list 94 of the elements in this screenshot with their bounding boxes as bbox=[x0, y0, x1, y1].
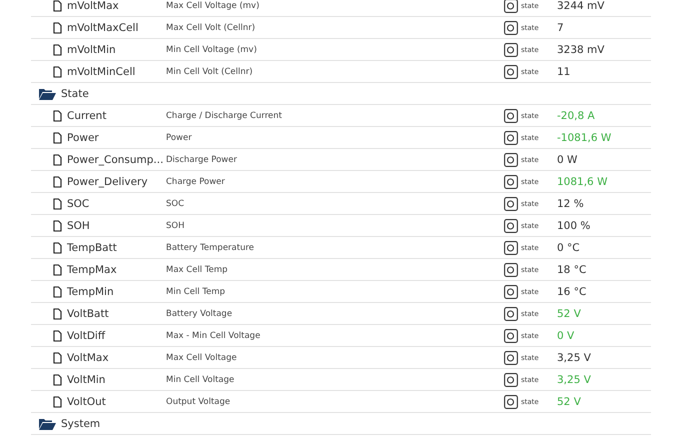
datapoint-name[interactable]: VoltBatt bbox=[67, 308, 109, 320]
circle-role-icon bbox=[504, 394, 518, 408]
datapoint-name[interactable]: mVoltMin bbox=[67, 44, 116, 56]
datapoint-description: SOC bbox=[166, 198, 186, 208]
file-icon bbox=[53, 0, 62, 12]
datapoint-description: Min Cell Voltage (mv) bbox=[166, 44, 258, 54]
datapoint-value: 3244 mV bbox=[557, 0, 604, 12]
file-icon bbox=[53, 220, 62, 232]
datapoint-name[interactable]: mVoltMaxCell bbox=[67, 22, 138, 34]
circle-role-icon bbox=[504, 306, 518, 320]
datapoint-name[interactable]: mVoltMax bbox=[67, 0, 119, 12]
circle-role-icon bbox=[504, 0, 518, 12]
folder-name[interactable]: State bbox=[61, 88, 89, 100]
datapoint-value: 1081,6 W bbox=[557, 176, 608, 188]
circle-role-icon bbox=[504, 218, 518, 232]
file-icon bbox=[53, 154, 62, 166]
circle-role-icon bbox=[504, 20, 518, 34]
circle-role-icon bbox=[504, 284, 518, 298]
datapoint-description: Min Cell Voltage bbox=[166, 374, 236, 384]
file-icon bbox=[53, 22, 62, 34]
datapoint-value: 11 bbox=[557, 66, 570, 78]
circle-role-icon bbox=[504, 174, 518, 188]
datapoint-value: 52 V bbox=[557, 308, 581, 320]
datapoint-description: Max Cell Voltage (mv) bbox=[166, 0, 260, 10]
file-icon bbox=[53, 396, 62, 408]
datapoint-name[interactable]: Power_Consump... bbox=[67, 154, 164, 166]
datapoint-name[interactable]: Power_Delivery bbox=[67, 176, 148, 188]
datapoint-value: 3,25 V bbox=[557, 352, 591, 364]
datapoint-description: Min Cell Volt (Cellnr) bbox=[166, 66, 254, 76]
datapoint-value: 0 °C bbox=[557, 242, 580, 254]
datapoint-name[interactable]: SOC bbox=[67, 198, 90, 210]
datapoint-description: Charge / Discharge Current bbox=[166, 110, 283, 120]
datapoint-name[interactable]: Current bbox=[67, 110, 106, 122]
file-icon bbox=[53, 352, 62, 364]
datapoint-name[interactable]: SOH bbox=[67, 220, 90, 232]
datapoint-description: Charge Power bbox=[166, 176, 226, 186]
datapoint-description: Max Cell Voltage bbox=[166, 352, 238, 362]
file-icon bbox=[53, 286, 62, 298]
circle-role-icon bbox=[504, 152, 518, 166]
datapoint-value: -20,8 A bbox=[557, 110, 595, 122]
circle-role-icon bbox=[504, 328, 518, 342]
file-icon bbox=[53, 44, 62, 56]
datapoint-description: Max Cell Volt (Cellnr) bbox=[166, 22, 256, 32]
datapoint-value: 100 % bbox=[557, 220, 590, 232]
file-icon bbox=[53, 198, 62, 210]
circle-role-icon bbox=[504, 64, 518, 78]
datapoint-name[interactable]: TempMax bbox=[67, 264, 117, 276]
datapoint-value: 0 W bbox=[557, 154, 578, 166]
file-icon bbox=[53, 330, 62, 342]
datapoint-value: -1081,6 W bbox=[557, 132, 612, 144]
datapoint-name[interactable]: mVoltMinCell bbox=[67, 66, 136, 78]
circle-role-icon bbox=[504, 372, 518, 386]
file-icon bbox=[53, 110, 62, 122]
circle-role-icon bbox=[504, 262, 518, 276]
datapoint-value: 16 °C bbox=[557, 286, 586, 298]
file-icon bbox=[53, 264, 62, 276]
datapoint-name[interactable]: TempBatt bbox=[67, 242, 117, 254]
folder-name[interactable]: System bbox=[61, 418, 100, 430]
datapoint-description: Battery Voltage bbox=[166, 308, 234, 318]
datapoint-name[interactable]: VoltOut bbox=[67, 396, 106, 408]
datapoint-name[interactable]: VoltDiff bbox=[67, 330, 106, 342]
datapoint-description: Max - Min Cell Voltage bbox=[166, 330, 262, 340]
circle-role-icon bbox=[504, 350, 518, 364]
circle-role-icon bbox=[504, 130, 518, 144]
file-icon bbox=[53, 242, 62, 254]
datapoint-value: 3238 mV bbox=[557, 44, 604, 56]
file-icon bbox=[53, 308, 62, 320]
datapoint-description: Battery Temperature bbox=[166, 242, 256, 252]
datapoint-description: Max Cell Temp bbox=[166, 264, 229, 274]
folder-icon[interactable] bbox=[39, 88, 56, 100]
circle-role-icon bbox=[504, 108, 518, 122]
datapoint-value: 18 °C bbox=[557, 264, 586, 276]
datapoint-name[interactable]: Power bbox=[67, 132, 99, 144]
datapoint-description: SOH bbox=[166, 220, 186, 230]
circle-role-icon bbox=[504, 42, 518, 56]
file-icon bbox=[53, 374, 62, 386]
file-icon bbox=[53, 66, 62, 78]
datapoint-description: Min Cell Temp bbox=[166, 286, 226, 296]
datapoint-name[interactable]: TempMin bbox=[67, 286, 114, 298]
circle-role-icon bbox=[504, 240, 518, 254]
datapoint-value: 7 bbox=[557, 22, 564, 34]
datapoint-value: 0 V bbox=[557, 330, 574, 342]
circle-role-icon bbox=[504, 196, 518, 210]
datapoint-description: Discharge Power bbox=[166, 154, 238, 164]
datapoint-description: Output Voltage bbox=[166, 396, 232, 406]
datapoint-value: 3,25 V bbox=[557, 374, 591, 386]
folder-icon[interactable] bbox=[39, 418, 56, 430]
datapoint-value: 52 V bbox=[557, 396, 581, 408]
file-icon bbox=[53, 132, 62, 144]
file-icon bbox=[53, 176, 62, 188]
datapoint-name[interactable]: VoltMax bbox=[67, 352, 109, 364]
datapoint-value: 12 % bbox=[557, 198, 584, 210]
datapoint-description: Power bbox=[166, 132, 193, 142]
datapoint-name[interactable]: VoltMin bbox=[67, 374, 106, 386]
